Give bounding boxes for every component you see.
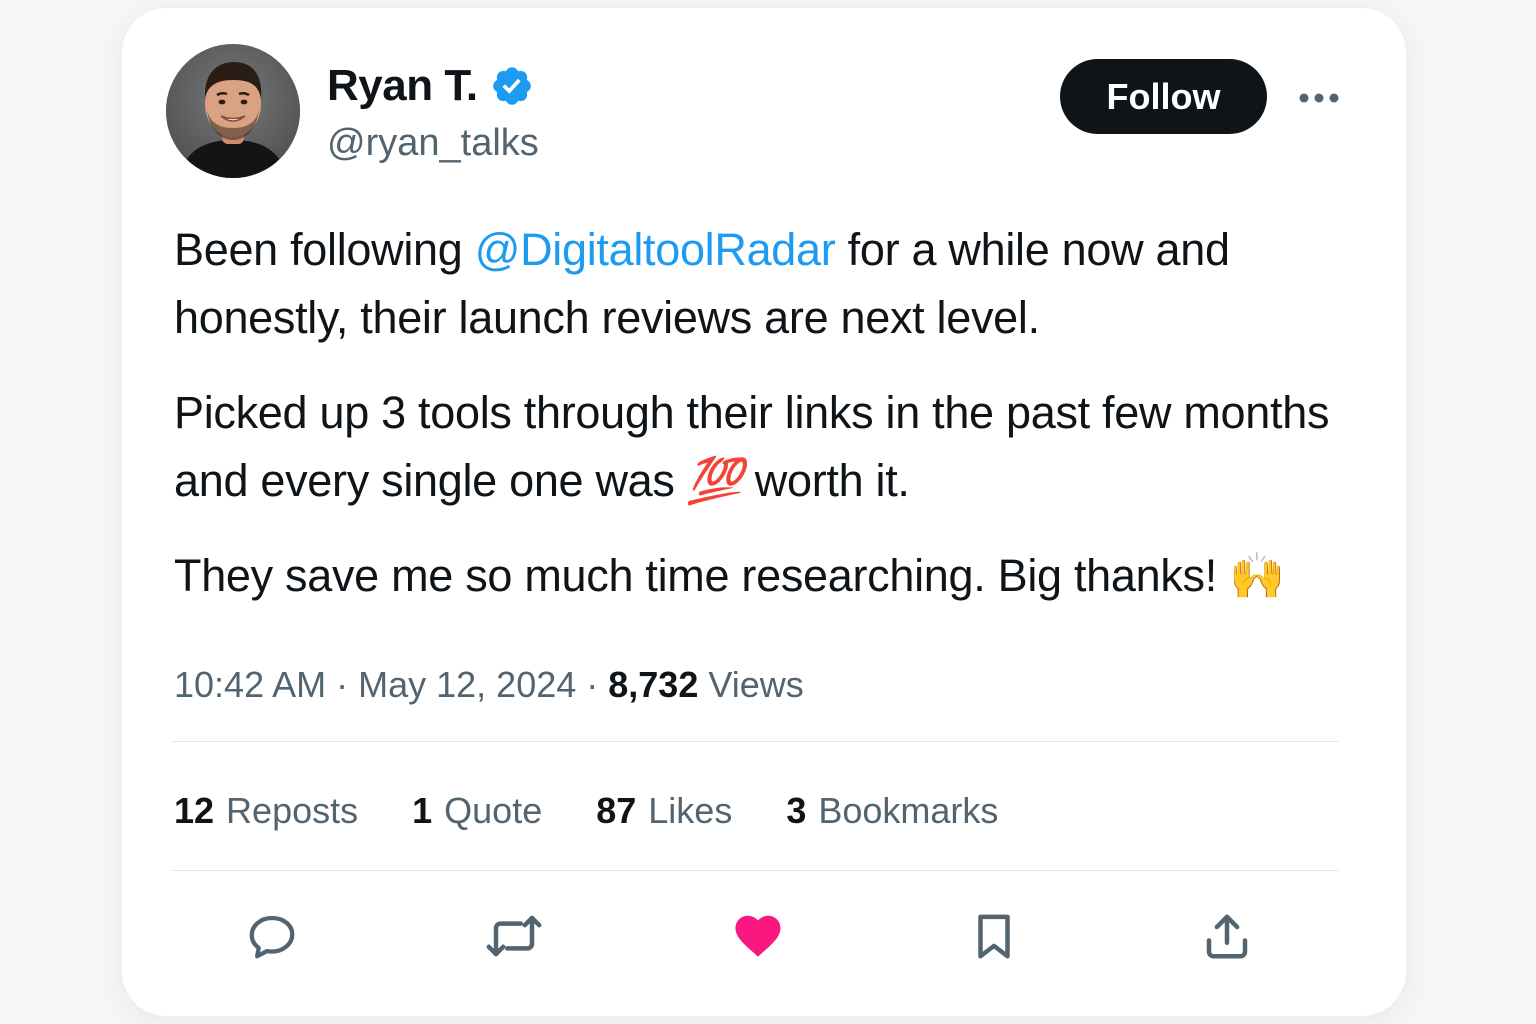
tweet-text-segment: They save me so much time researching. B…	[174, 550, 1230, 601]
engagement-stats: 12 Reposts 1 Quote 87 Likes 3 Bookmarks	[174, 788, 1052, 834]
repost-icon	[486, 915, 542, 957]
bookmarks-label: Bookmarks	[818, 790, 999, 831]
avatar-photo	[166, 44, 300, 178]
reply-button[interactable]	[240, 904, 304, 968]
likes-count: 87	[596, 790, 637, 831]
avatar[interactable]	[166, 44, 300, 178]
follow-button[interactable]: Follow	[1060, 59, 1267, 134]
bookmark-button[interactable]	[962, 904, 1026, 968]
more-options-button[interactable]	[1292, 78, 1346, 118]
verified-badge-icon	[492, 67, 531, 105]
quotes-label: Quote	[444, 790, 543, 831]
repost-button[interactable]	[482, 904, 546, 968]
tweet-meta: 10:42 AM · May 12, 2024 · 8,732 Views	[174, 662, 804, 708]
divider	[172, 870, 1339, 871]
bookmark-icon	[978, 914, 1010, 959]
raising-hands-emoji: 🙌	[1229, 549, 1285, 602]
reposts-stat[interactable]: 12 Reposts	[174, 788, 358, 834]
reply-icon	[249, 915, 295, 959]
tweet-text-segment: worth it.	[742, 455, 910, 506]
bookmarks-count: 3	[786, 790, 807, 831]
share-icon	[1206, 914, 1248, 959]
likes-label: Likes	[648, 790, 733, 831]
more-horizontal-icon	[1299, 93, 1339, 103]
reposts-count: 12	[174, 790, 215, 831]
bookmarks-stat[interactable]: 3 Bookmarks	[786, 788, 998, 834]
quotes-stat[interactable]: 1 Quote	[412, 788, 542, 834]
meta-separator: ·	[336, 664, 349, 705]
author-handle[interactable]: @ryan_talks	[327, 120, 539, 166]
tweet-text-segment: Been following	[174, 224, 475, 275]
likes-stat[interactable]: 87 Likes	[596, 788, 732, 834]
heart-icon	[735, 915, 781, 957]
author-name-row: Ryan T.	[327, 58, 534, 114]
action-bar	[122, 904, 1406, 974]
share-button[interactable]	[1195, 904, 1259, 968]
mention-link[interactable]: @DigitaltoolRadar	[475, 224, 836, 275]
tweet-date[interactable]: May 12, 2024	[358, 664, 576, 705]
like-button[interactable]	[726, 904, 790, 968]
hundred-points-emoji: 💯	[686, 454, 743, 507]
tweet-text: Been following @DigitaltoolRadar for a w…	[174, 216, 1354, 637]
meta-separator: ·	[586, 664, 599, 705]
tweet-paragraph-1: Been following @DigitaltoolRadar for a w…	[174, 216, 1354, 352]
quotes-count: 1	[412, 790, 433, 831]
tweet-time[interactable]: 10:42 AM	[174, 664, 326, 705]
tweet-paragraph-3: They save me so much time researching. B…	[174, 542, 1354, 610]
views-label: Views	[708, 664, 804, 705]
reposts-label: Reposts	[226, 790, 359, 831]
views-count: 8,732	[608, 664, 699, 705]
divider	[172, 741, 1339, 742]
tweet-paragraph-2: Picked up 3 tools through their links in…	[174, 379, 1354, 515]
author-name[interactable]: Ryan T.	[327, 58, 478, 114]
tweet-card: Ryan T. @ryan_talks Follow Been followin…	[122, 8, 1406, 1016]
